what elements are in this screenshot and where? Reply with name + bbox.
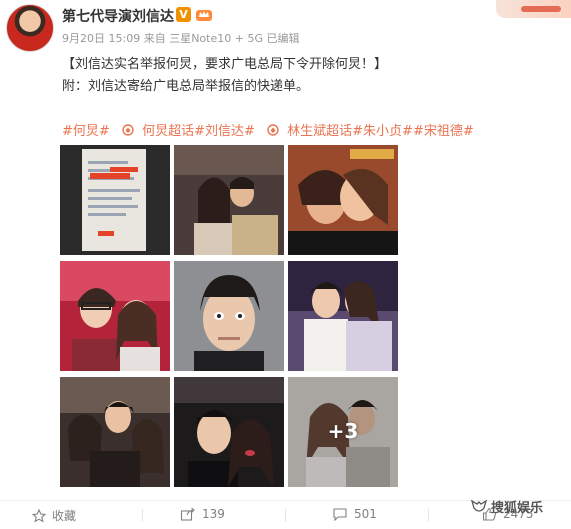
supertopic-icon <box>122 124 134 136</box>
comment-icon <box>333 508 347 522</box>
photo-thumbnail-more[interactable]: +3 <box>288 377 398 487</box>
favorite-label: 收藏 <box>52 509 77 523</box>
post-body: 【刘信达实名举报何炅，要求广电总局下令开除何炅！】 附：刘信达寄给广电总局举报信… <box>62 54 562 98</box>
photo-thumbnail[interactable] <box>60 377 170 487</box>
divider <box>142 509 143 522</box>
divider <box>285 509 286 522</box>
tag-link[interactable]: 何炅超话#刘信达# <box>142 120 255 139</box>
member-crown-icon <box>196 10 212 21</box>
topic-tags: #何炅# 何炅超话#刘信达# 林生斌超话#朱小贞##宋祖德# <box>62 120 562 139</box>
post-source: 来自 三星Note10 + 5G <box>143 32 263 45</box>
photo-thumbnail[interactable] <box>174 377 284 487</box>
favorite-button[interactable]: 收藏 <box>31 507 77 524</box>
watermark: 搜狐娱乐 <box>470 497 543 516</box>
photo-grid: +3 <box>60 145 400 491</box>
avatar[interactable] <box>6 4 54 52</box>
post-time[interactable]: 9月20日 15:09 <box>62 32 140 45</box>
tag-link[interactable]: 林生斌超话#朱小贞##宋祖德# <box>287 120 474 139</box>
follow-button[interactable] <box>496 0 571 18</box>
post-note: 附：刘信达寄给广电总局举报信的快递单。 <box>62 79 310 94</box>
star-icon <box>31 508 47 523</box>
photo-thumbnail[interactable] <box>288 261 398 371</box>
photo-thumbnail[interactable] <box>174 145 284 255</box>
comment-count: 501 <box>354 507 377 521</box>
comment-button[interactable]: 501 <box>332 507 377 522</box>
post-headline: 【刘信达实名举报何炅，要求广电总局下令开除何炅！】 <box>62 57 388 72</box>
tag-link[interactable]: #何炅# <box>62 120 110 139</box>
supertopic-icon <box>267 124 279 136</box>
more-photos-count: +3 <box>327 419 359 443</box>
share-button[interactable]: 139 <box>180 507 225 521</box>
photo-thumbnail[interactable] <box>60 145 170 255</box>
verified-badge-icon: V <box>176 7 191 22</box>
post-header: 第七代导演刘信达 V 9月20日 15:09 来自 三星Note10 + 5G … <box>0 0 571 58</box>
fox-logo-icon <box>470 499 488 512</box>
edited-label[interactable]: 已编辑 <box>266 32 299 45</box>
photo-thumbnail[interactable] <box>60 261 170 371</box>
share-count: 139 <box>202 507 225 521</box>
share-icon <box>180 507 195 521</box>
photo-thumbnail[interactable] <box>288 145 398 255</box>
divider <box>428 509 429 522</box>
watermark-text: 搜狐娱乐 <box>491 501 544 516</box>
post-meta: 9月20日 15:09 来自 三星Note10 + 5G 已编辑 <box>62 30 299 46</box>
photo-thumbnail[interactable] <box>174 261 284 371</box>
author-name[interactable]: 第七代导演刘信达 <box>62 6 174 26</box>
